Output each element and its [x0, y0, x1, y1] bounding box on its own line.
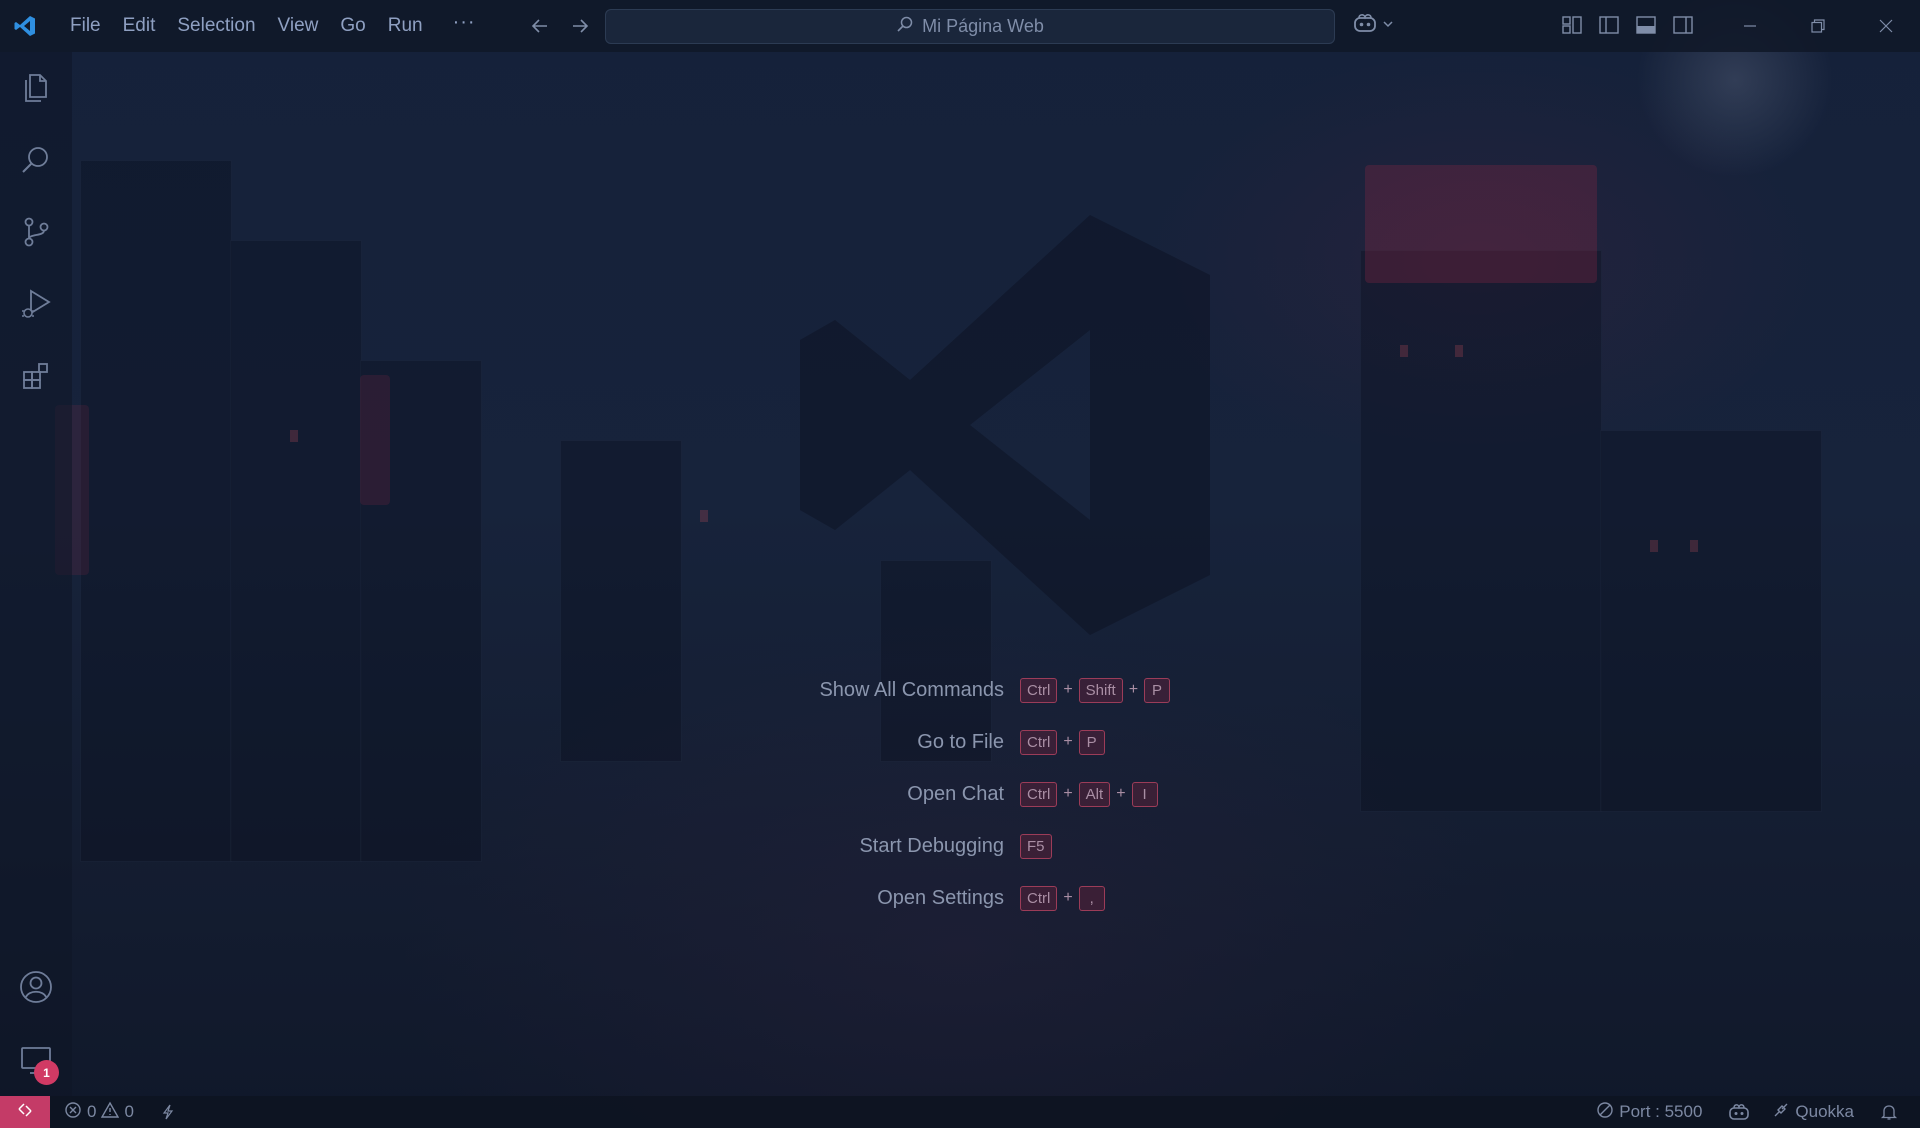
editor-watermark-shortcuts: Show All Commands Ctrl + Shift + P Go to F…: [600, 664, 1300, 924]
quokka-label: Quokka: [1795, 1102, 1854, 1121]
keycap: F5: [1020, 833, 1052, 859]
customize-layout-icon[interactable]: [1560, 13, 1584, 42]
vscode-window: File Edit Selection View Go Run ··· Mi P…: [0, 0, 1920, 1128]
keycap: Ctrl: [1020, 885, 1058, 911]
menu-file[interactable]: File: [59, 11, 112, 41]
toggle-secondary-sidebar-icon[interactable]: [1671, 13, 1695, 42]
remote-explorer-icon[interactable]: [0, 1030, 72, 1090]
notification-badge: 1: [34, 1060, 59, 1085]
keycap: Shift: [1078, 677, 1123, 703]
lightning-icon[interactable]: [152, 1104, 184, 1120]
copilot-icon: [1352, 12, 1378, 39]
shortcut-label: Start Debugging: [859, 834, 1004, 857]
layout-controls: [1560, 13, 1695, 42]
quokka-icon: [1772, 1101, 1790, 1124]
problems-indicator[interactable]: 0 0: [56, 1101, 142, 1124]
shortcut-label: Open Settings: [877, 886, 1004, 909]
status-bar: 0 0 Port : 5500 Quokka: [0, 1096, 1920, 1128]
warning-count: 0: [124, 1102, 134, 1121]
back-arrow-icon[interactable]: [522, 8, 558, 44]
keycap: Alt: [1078, 781, 1111, 807]
menu-more-icon[interactable]: ···: [441, 11, 488, 41]
menu-bar: File Edit Selection View Go Run ···: [59, 11, 488, 41]
shortcut-keys: Ctrl + Shift + P: [1020, 677, 1171, 703]
menu-view[interactable]: View: [267, 11, 330, 41]
remote-indicator[interactable]: [0, 1096, 50, 1128]
shortcut-keys: Ctrl + P: [1020, 729, 1105, 755]
minimize-icon[interactable]: [1716, 0, 1784, 52]
shortcut-label: Go to File: [917, 730, 1004, 753]
toggle-panel-icon[interactable]: [1634, 13, 1658, 42]
shortcut-row: Open Chat Ctrl + Alt + I: [600, 768, 1300, 820]
run-debug-icon[interactable]: [0, 274, 72, 334]
status-bar-right: Port : 5500 Quokka: [1588, 1101, 1920, 1124]
shortcut-row: Start Debugging F5: [600, 820, 1300, 872]
error-count: 0: [87, 1102, 97, 1121]
shortcut-keys: F5: [1020, 833, 1052, 859]
quokka-status[interactable]: Quokka: [1764, 1101, 1862, 1124]
notifications-bell-icon[interactable]: [1872, 1103, 1906, 1121]
menu-edit[interactable]: Edit: [112, 11, 167, 41]
explorer-icon[interactable]: [0, 58, 72, 118]
window-controls: [1716, 0, 1920, 52]
copilot-button[interactable]: [1352, 12, 1394, 39]
shortcut-row: Open Settings Ctrl + ,: [600, 872, 1300, 924]
account-icon[interactable]: [0, 957, 72, 1017]
source-control-icon[interactable]: [0, 202, 72, 262]
circle-slash-icon: [1596, 1101, 1614, 1124]
toggle-primary-sidebar-icon[interactable]: [1597, 13, 1621, 42]
window-title: Mi Página Web: [922, 16, 1044, 36]
remote-icon: [16, 1101, 34, 1124]
menu-run[interactable]: Run: [377, 11, 434, 41]
menu-selection[interactable]: Selection: [166, 11, 266, 41]
keycap: P: [1078, 729, 1105, 755]
search-icon: [896, 15, 914, 38]
forward-arrow-icon[interactable]: [562, 8, 598, 44]
vscode-watermark-logo: [780, 205, 1220, 650]
live-server-port[interactable]: Port : 5500: [1588, 1101, 1710, 1124]
keycap: P: [1144, 677, 1171, 703]
port-label: Port : 5500: [1619, 1102, 1703, 1121]
command-center[interactable]: Mi Página Web: [605, 9, 1335, 44]
shortcut-label: Show All Commands: [819, 678, 1004, 701]
menu-go[interactable]: Go: [329, 11, 376, 41]
keycap: Ctrl: [1020, 729, 1058, 755]
restore-icon[interactable]: [1784, 0, 1852, 52]
warning-icon: [101, 1101, 120, 1124]
extensions-icon[interactable]: [0, 346, 72, 406]
close-icon[interactable]: [1852, 0, 1920, 52]
shortcut-keys: Ctrl + ,: [1020, 885, 1105, 911]
vscode-logo-icon[interactable]: [10, 11, 40, 41]
shortcut-row: Show All Commands Ctrl + Shift + P: [600, 664, 1300, 716]
error-icon: [64, 1101, 82, 1124]
title-bar: File Edit Selection View Go Run ··· Mi P…: [0, 0, 1920, 52]
activity-bar: [0, 52, 72, 1096]
shortcut-label: Open Chat: [907, 782, 1004, 805]
keycap: Ctrl: [1020, 677, 1058, 703]
keycap: Ctrl: [1020, 781, 1058, 807]
chevron-down-icon: [1382, 17, 1394, 35]
search-icon[interactable]: [0, 130, 72, 190]
copilot-status-icon[interactable]: [1720, 1103, 1758, 1121]
keycap: ,: [1078, 885, 1105, 911]
shortcut-row: Go to File Ctrl + P: [600, 716, 1300, 768]
shortcut-keys: Ctrl + Alt + I: [1020, 781, 1158, 807]
keycap: I: [1131, 781, 1158, 807]
